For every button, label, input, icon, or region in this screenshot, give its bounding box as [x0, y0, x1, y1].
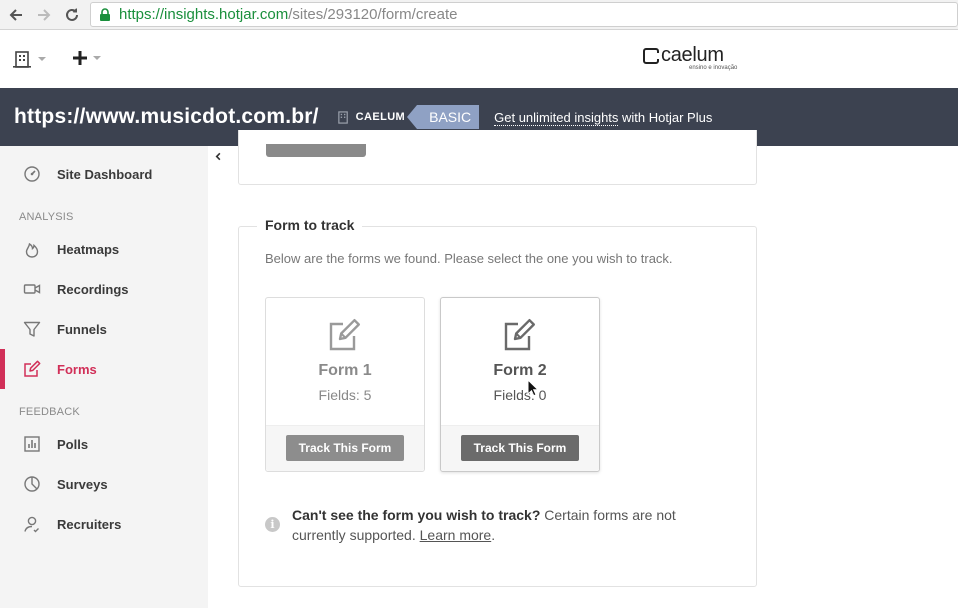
help-question: Can't see the form you wish to track? — [292, 507, 541, 523]
form-card-1[interactable]: Form 1 Fields: 5 Track This Form — [265, 297, 425, 472]
section-header-analysis: ANALYSIS — [19, 211, 74, 223]
brand-tagline: ensino e inovação — [689, 65, 738, 71]
organization: CAELUM — [337, 110, 406, 124]
sidebar-item-forms[interactable]: Forms — [0, 349, 208, 389]
user-icon — [22, 514, 42, 534]
url-path: /sites/293120/form/create — [288, 6, 458, 23]
app-top-bar: caelum ensino e inovação — [0, 31, 958, 88]
help-text: Can't see the form you wish to track? Ce… — [292, 505, 722, 545]
url-host: https://insights.hotjar.com — [119, 6, 289, 23]
back-button[interactable] — [5, 4, 27, 26]
sidebar-item-label: Forms — [57, 361, 97, 377]
chevron-down-icon — [93, 56, 101, 60]
sidebar-item-label: Surveys — [57, 476, 108, 492]
form-title: Form 2 — [493, 362, 547, 379]
plan-badge: BASIC — [407, 105, 480, 129]
sidebar-item-surveys[interactable]: Surveys — [0, 464, 208, 504]
lock-icon — [99, 8, 111, 21]
form-card-footer: Track This Form — [266, 425, 424, 471]
edit-form-icon — [504, 319, 535, 351]
sidebar-item-dashboard[interactable]: Site Dashboard — [0, 154, 208, 194]
brand-logo: caelum ensino e inovação — [643, 44, 738, 72]
building-icon — [13, 51, 31, 68]
add-menu[interactable] — [72, 50, 101, 66]
mouse-cursor-icon — [527, 379, 539, 397]
sidebar: Site Dashboard ANALYSIS Heatmaps Recordi… — [0, 146, 208, 608]
form-field-count: Fields: 0 — [493, 387, 547, 403]
track-form-button[interactable]: Track This Form — [286, 435, 404, 461]
section-intro: Below are the forms we found. Please sel… — [265, 251, 673, 266]
form-to-track-panel: Form to track Below are the forms we fou… — [238, 217, 757, 587]
reload-button[interactable] — [61, 4, 83, 26]
previous-section-button[interactable] — [266, 144, 366, 157]
address-bar[interactable]: https://insights.hotjar.com/sites/293120… — [90, 2, 958, 27]
sidebar-item-funnels[interactable]: Funnels — [0, 309, 208, 349]
bar-chart-icon — [22, 434, 42, 454]
site-url: https://www.musicdot.com.br/ — [14, 105, 319, 128]
reload-icon — [66, 8, 78, 21]
help-end: . — [491, 527, 496, 543]
chevron-down-icon — [38, 57, 46, 61]
sidebar-item-label: Recruiters — [57, 516, 122, 532]
edit-form-icon — [22, 359, 42, 379]
sites-menu[interactable] — [13, 50, 46, 68]
sidebar-item-recruiters[interactable]: Recruiters — [0, 504, 208, 544]
browser-toolbar: https://insights.hotjar.com/sites/293120… — [0, 0, 958, 30]
pie-chart-icon — [22, 474, 42, 494]
sidebar-item-label: Polls — [57, 436, 89, 452]
section-title: Form to track — [257, 217, 363, 233]
previous-section-panel — [238, 130, 757, 185]
form-card-footer: Track This Form — [441, 425, 599, 471]
chevron-left-icon — [215, 152, 220, 160]
form-card-2[interactable]: Form 2 Fields: 0 Track This Form — [440, 297, 600, 472]
sidebar-collapse-button[interactable] — [208, 146, 228, 166]
sidebar-item-polls[interactable]: Polls — [0, 424, 208, 464]
sidebar-item-label: Funnels — [57, 321, 107, 337]
learn-more-link[interactable]: Learn more — [420, 527, 492, 543]
plus-icon — [73, 51, 87, 65]
section-header-feedback: FEEDBACK — [19, 406, 80, 418]
upsell-link[interactable]: Get unlimited insights — [494, 109, 619, 126]
organization-name: CAELUM — [355, 111, 406, 123]
upsell-text: with Hotjar Plus — [618, 109, 713, 125]
building-icon — [337, 110, 348, 124]
track-form-button[interactable]: Track This Form — [461, 435, 579, 461]
brand-name: caelum — [661, 44, 724, 66]
flame-icon — [22, 239, 42, 259]
funnel-icon — [22, 319, 42, 339]
dashboard-icon — [22, 164, 42, 184]
info-icon: i — [265, 517, 280, 532]
edit-form-icon — [329, 319, 360, 351]
upsell-banner: Get unlimited insights with Hotjar Plus — [494, 109, 713, 126]
back-arrow-icon — [9, 9, 22, 21]
sidebar-item-heatmaps[interactable]: Heatmaps — [0, 229, 208, 269]
sidebar-item-label: Heatmaps — [57, 241, 120, 257]
form-title: Form 1 — [318, 362, 372, 379]
form-field-count: Fields: 5 — [318, 387, 372, 403]
sidebar-item-label: Recordings — [57, 281, 129, 297]
sidebar-item-label: Site Dashboard — [57, 166, 153, 182]
caelum-logo-icon — [643, 48, 660, 64]
sidebar-item-recordings[interactable]: Recordings — [0, 269, 208, 309]
forward-arrow-icon — [38, 9, 51, 21]
video-camera-icon — [22, 279, 42, 299]
forward-button[interactable] — [33, 4, 55, 26]
